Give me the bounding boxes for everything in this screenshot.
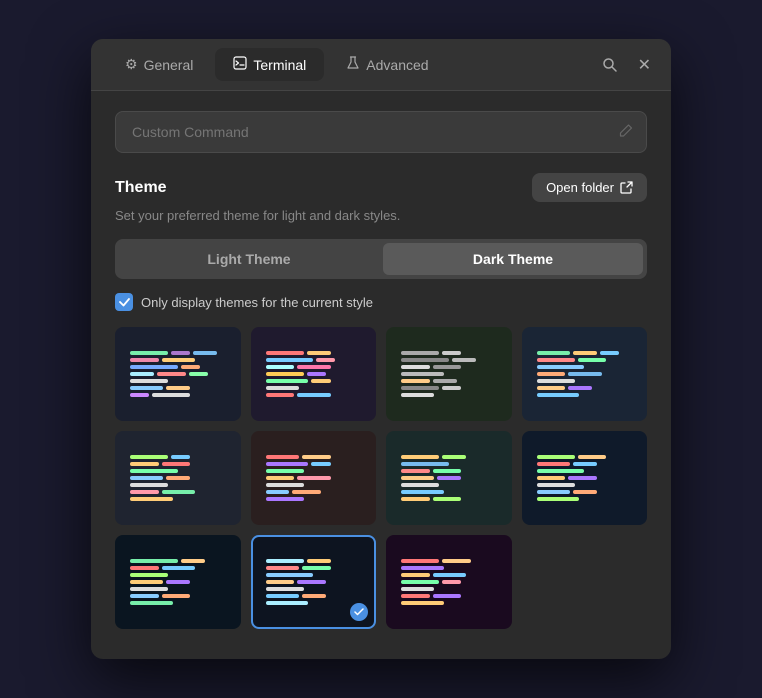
theme-card-4[interactable] [522, 327, 648, 421]
code-preview-2 [262, 345, 365, 403]
close-icon: ✕ [638, 55, 651, 75]
theme-card-9[interactable] [115, 535, 241, 629]
tab-general[interactable]: ⚙ General [107, 48, 211, 81]
tab-terminal[interactable]: Terminal [215, 48, 324, 81]
selected-check-badge [350, 603, 368, 621]
external-link-icon [620, 181, 633, 194]
code-preview-11 [397, 553, 500, 611]
tab-advanced-label: Advanced [366, 57, 428, 73]
checkbox-row[interactable]: Only display themes for the current styl… [115, 293, 647, 311]
theme-grid [115, 327, 647, 629]
open-folder-button[interactable]: Open folder [532, 173, 647, 202]
code-preview-8 [533, 449, 636, 507]
code-preview-9 [126, 553, 229, 611]
flask-icon [346, 56, 360, 73]
search-button[interactable] [598, 53, 622, 77]
code-preview-10 [262, 553, 365, 611]
preferences-window: ⚙ General Terminal Advanced [91, 39, 671, 659]
theme-card-1[interactable] [115, 327, 241, 421]
custom-command-wrapper [115, 111, 647, 153]
code-preview-1 [126, 345, 229, 403]
theme-card-10[interactable] [251, 535, 377, 629]
dark-theme-button[interactable]: Dark Theme [383, 243, 643, 275]
code-preview-4 [533, 345, 636, 403]
custom-command-input[interactable] [115, 111, 647, 153]
open-folder-label: Open folder [546, 180, 614, 195]
title-bar: ⚙ General Terminal Advanced [91, 39, 671, 91]
code-preview-6 [262, 449, 365, 507]
theme-card-8[interactable] [522, 431, 648, 525]
theme-card-2[interactable] [251, 327, 377, 421]
theme-card-7[interactable] [386, 431, 512, 525]
theme-label: Theme [115, 179, 167, 197]
tab-general-label: General [144, 57, 194, 73]
theme-card-5[interactable] [115, 431, 241, 525]
title-bar-actions: ✕ [598, 51, 655, 79]
light-theme-button[interactable]: Light Theme [119, 243, 379, 275]
code-preview-7 [397, 449, 500, 507]
code-preview-3 [397, 345, 500, 403]
theme-card-3[interactable] [386, 327, 512, 421]
tab-advanced[interactable]: Advanced [328, 48, 446, 81]
tab-terminal-label: Terminal [253, 57, 306, 73]
close-button[interactable]: ✕ [634, 51, 655, 79]
gear-icon: ⚙ [125, 56, 138, 73]
theme-description: Set your preferred theme for light and d… [115, 208, 647, 223]
content-area: Theme Open folder Set your preferred the… [91, 91, 671, 649]
theme-card-11[interactable] [386, 535, 512, 629]
theme-section-header: Theme Open folder [115, 173, 647, 202]
theme-toggle: Light Theme Dark Theme [115, 239, 647, 279]
code-preview-5 [126, 449, 229, 507]
theme-card-6[interactable] [251, 431, 377, 525]
display-themes-checkbox[interactable] [115, 293, 133, 311]
checkbox-label: Only display themes for the current styl… [141, 295, 373, 310]
terminal-icon [233, 56, 247, 73]
